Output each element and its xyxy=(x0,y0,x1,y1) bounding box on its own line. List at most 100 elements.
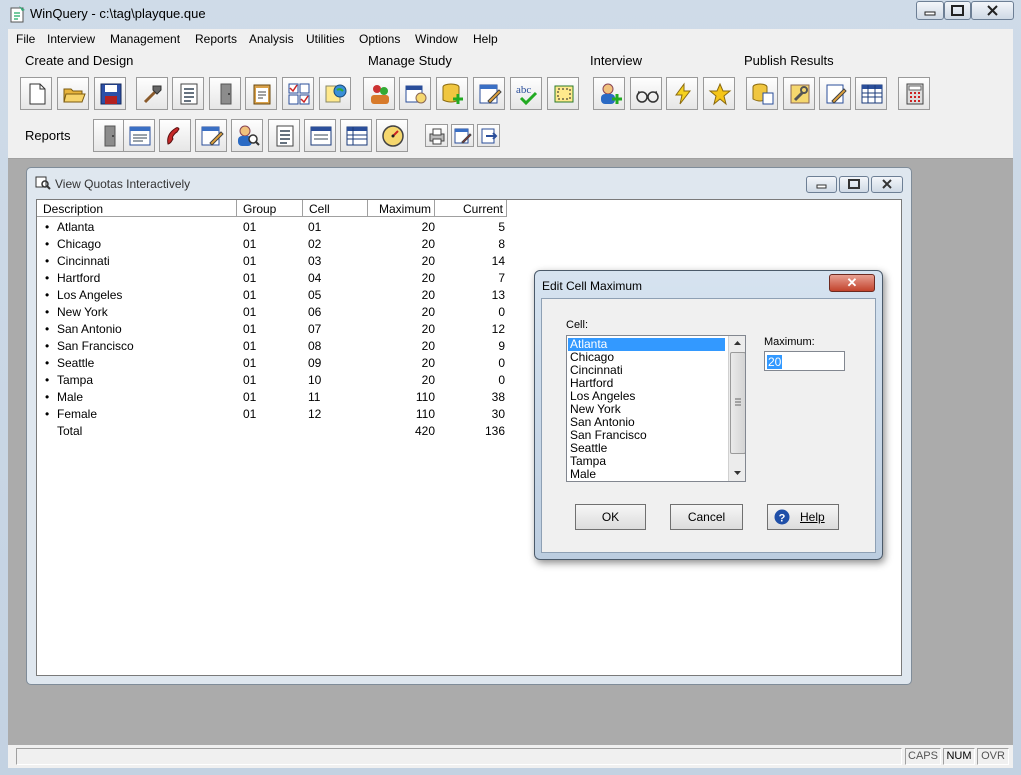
ok-button[interactable]: OK xyxy=(575,504,646,530)
row-description: Seattle xyxy=(57,356,95,370)
table-row[interactable]: • San Antonio 01 07 20 12 xyxy=(37,322,507,339)
scroll-up-arrow[interactable] xyxy=(729,336,745,351)
open-file-button[interactable] xyxy=(57,77,89,110)
favorite-button[interactable] xyxy=(703,77,735,110)
cancel-button[interactable]: Cancel xyxy=(670,504,743,530)
table-row[interactable]: • Los Angeles 01 05 20 13 xyxy=(37,288,507,305)
export-data-button[interactable] xyxy=(746,77,778,110)
report-phone-button[interactable] xyxy=(159,119,191,152)
database-add-icon xyxy=(442,83,463,104)
table-row[interactable]: • New York 01 06 20 0 xyxy=(37,305,507,322)
menu-reports[interactable]: Reports xyxy=(195,32,237,46)
build-tool-button[interactable] xyxy=(136,77,168,110)
col-header-current[interactable]: Current xyxy=(435,200,507,217)
close-icon xyxy=(987,5,998,16)
report-document-button[interactable] xyxy=(123,119,155,152)
row-group: 01 xyxy=(243,271,257,285)
menu-file[interactable]: File xyxy=(16,32,35,46)
table-row[interactable]: • San Francisco 01 08 20 9 xyxy=(37,339,507,356)
table-row[interactable]: • Chicago 01 02 20 8 xyxy=(37,237,507,254)
quota-window-icon xyxy=(35,176,51,190)
report-door-button[interactable] xyxy=(93,119,125,152)
menu-management[interactable]: Management xyxy=(110,32,180,46)
list-item[interactable]: Male xyxy=(570,468,725,481)
menu-options[interactable]: Options xyxy=(359,32,400,46)
edit-form-button[interactable] xyxy=(473,77,505,110)
review-button[interactable] xyxy=(630,77,662,110)
report-edit-button[interactable] xyxy=(195,119,227,152)
report-list-button[interactable] xyxy=(268,119,300,152)
quota-close-button[interactable] xyxy=(871,176,903,193)
globe-check-icon xyxy=(325,84,347,103)
add-interviewer-button[interactable] xyxy=(593,77,625,110)
col-header-group[interactable]: Group xyxy=(237,200,303,217)
menu-interview[interactable]: Interview xyxy=(47,32,95,46)
row-current: 0 xyxy=(498,356,505,370)
close-icon: ✕ xyxy=(846,275,858,290)
manage-people-button[interactable] xyxy=(363,77,395,110)
table-view-button[interactable] xyxy=(855,77,887,110)
scroll-down-arrow[interactable] xyxy=(729,466,745,481)
checklist-grid-button[interactable] xyxy=(282,77,314,110)
col-header-cell[interactable]: Cell xyxy=(303,200,368,217)
cell-listbox[interactable]: Atlanta Chicago Cincinnati Hartford Los Ange… xyxy=(566,335,746,482)
minimize-icon xyxy=(924,11,936,16)
report-gauge-button[interactable] xyxy=(376,119,408,152)
table-row[interactable]: • Cincinnati 01 03 20 14 xyxy=(37,254,507,271)
svg-text:abc: abc xyxy=(516,84,531,96)
table-row[interactable]: • Hartford 01 04 20 7 xyxy=(37,271,507,288)
close-button[interactable] xyxy=(971,1,1014,20)
table-row[interactable]: • Seattle 01 09 20 0 xyxy=(37,356,507,373)
report-window-button[interactable] xyxy=(304,119,336,152)
calculator-button[interactable] xyxy=(898,77,930,110)
clipboard-button[interactable] xyxy=(245,77,277,110)
question-list-button[interactable] xyxy=(172,77,204,110)
spell-check-button[interactable]: abc xyxy=(510,77,542,110)
menu-analysis[interactable]: Analysis xyxy=(249,32,294,46)
minimize-button[interactable] xyxy=(916,1,944,20)
menu-window[interactable]: Window xyxy=(415,32,458,46)
bullet-icon: • xyxy=(45,271,50,285)
print-preview-button[interactable] xyxy=(451,124,474,147)
row-current: 12 xyxy=(491,322,505,336)
help-button-label: Help xyxy=(800,510,825,524)
quota-minimize-button[interactable] xyxy=(806,176,837,193)
report-search-people-button[interactable] xyxy=(231,119,263,152)
schedule-button[interactable] xyxy=(399,77,431,110)
scroll-thumb[interactable] xyxy=(730,352,745,454)
report-table-button[interactable] xyxy=(340,119,372,152)
col-header-description[interactable]: Description xyxy=(37,200,237,217)
col-header-maximum[interactable]: Maximum xyxy=(368,200,435,217)
new-file-button[interactable] xyxy=(20,77,52,110)
table-row[interactable]: • Tampa 01 10 20 0 xyxy=(37,373,507,390)
add-database-button[interactable] xyxy=(436,77,468,110)
menu-help[interactable]: Help xyxy=(473,32,498,46)
row-maximum: 20 xyxy=(421,254,435,268)
door-icon xyxy=(104,125,116,147)
maximize-button[interactable] xyxy=(944,1,971,20)
table-row[interactable]: • Atlanta 01 01 20 5 xyxy=(37,220,507,237)
table-row[interactable]: • Male 01 11 110 38 xyxy=(37,390,507,407)
pencil-doc-icon xyxy=(826,84,847,104)
menu-utilities[interactable]: Utilities xyxy=(306,32,345,46)
cell-list-scrollbar[interactable] xyxy=(728,336,745,481)
table-row[interactable]: • Female 01 12 110 30 xyxy=(37,407,507,424)
help-button[interactable]: ? Help xyxy=(767,504,839,530)
row-description: Los Angeles xyxy=(57,288,123,302)
database-export-icon xyxy=(752,83,774,105)
door-button[interactable] xyxy=(209,77,241,110)
save-button[interactable] xyxy=(94,77,126,110)
bullet-icon: • xyxy=(45,373,50,387)
maximize-icon xyxy=(848,179,860,189)
globe-check-button[interactable] xyxy=(319,77,351,110)
maximum-input[interactable]: 20 xyxy=(764,351,845,371)
publish-tools-button[interactable] xyxy=(783,77,815,110)
edit-report-button[interactable] xyxy=(819,77,851,110)
dialog-close-button[interactable]: ✕ xyxy=(829,274,875,292)
print-button[interactable] xyxy=(425,124,448,147)
quota-maximize-button[interactable] xyxy=(839,176,869,193)
export-report-button[interactable] xyxy=(477,124,500,147)
quick-run-button[interactable] xyxy=(666,77,698,110)
row-cell: 06 xyxy=(308,305,322,319)
select-region-button[interactable] xyxy=(547,77,579,110)
